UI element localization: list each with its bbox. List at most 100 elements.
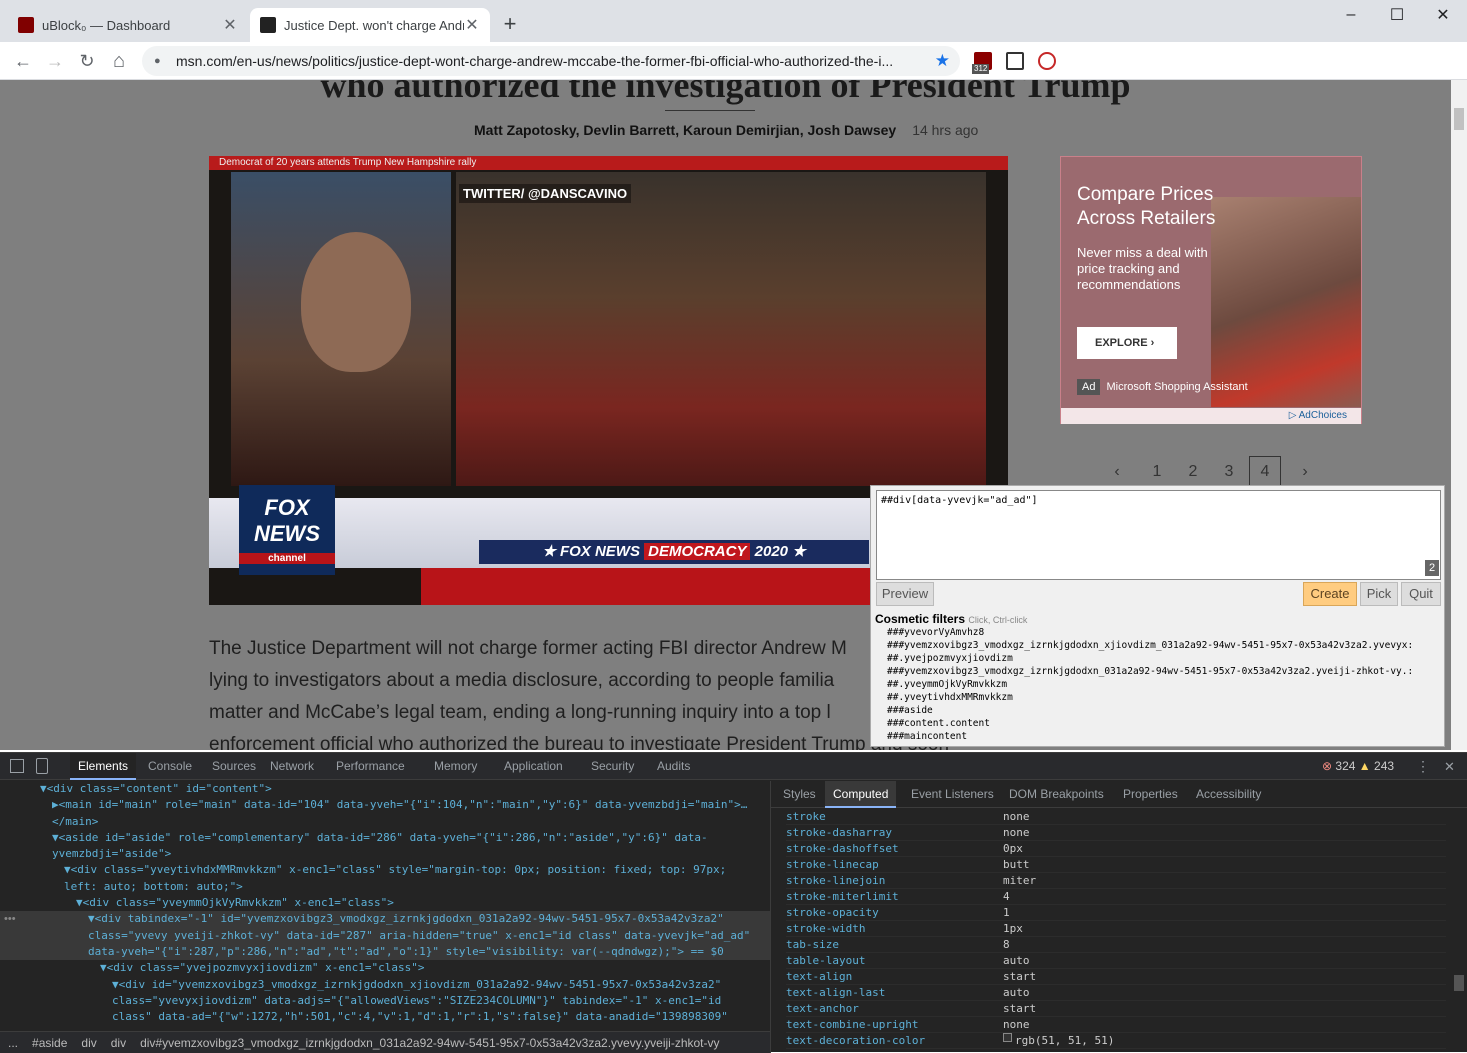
dom-tree[interactable]: ▼<div class="content" id="content"> ▶<mai…: [0, 781, 770, 1028]
cosmetic-filter-item[interactable]: ##.yveytivhdxMMRmvkkzm: [887, 691, 1442, 704]
dom-node-line[interactable]: data-yveh="{"i":287,"p":286,"n":"ad","t"…: [0, 943, 770, 961]
preview-button[interactable]: Preview: [876, 582, 934, 606]
breadcrumb-item[interactable]: div: [81, 1036, 96, 1050]
computed-scroll-thumb[interactable]: [1454, 975, 1464, 991]
pagination-page-2[interactable]: 2: [1177, 456, 1209, 488]
forward-button[interactable]: →: [40, 46, 70, 76]
computed-property-row[interactable]: stroke none: [786, 809, 1446, 825]
cosmetic-filter-item[interactable]: ###content.content: [887, 717, 1442, 730]
computed-property-row[interactable]: table-layout auto: [786, 953, 1446, 969]
devtools-tab-performance[interactable]: Performance: [328, 753, 413, 780]
computed-property-row[interactable]: text-align-last auto: [786, 985, 1446, 1001]
devtools-tab-security[interactable]: Security: [583, 753, 642, 780]
breadcrumb-item[interactable]: div: [111, 1036, 126, 1050]
cosmetic-filter-item[interactable]: ###yvemzxovibgz3_vmodxgz_izrnkjgdodxn_03…: [887, 665, 1442, 678]
close-tab-icon[interactable]: ✕: [464, 15, 480, 35]
devtools-tab-console[interactable]: Console: [140, 753, 200, 780]
tab-ublock-dashboard[interactable]: uBlock₀ — Dashboard ✕: [8, 8, 248, 42]
pagination-prev[interactable]: ‹: [1101, 456, 1133, 488]
pagination-page-4[interactable]: 4: [1249, 456, 1281, 488]
explore-button[interactable]: EXPLORE ›: [1077, 327, 1177, 359]
back-button[interactable]: ←: [8, 46, 38, 76]
home-button[interactable]: ⌂: [104, 46, 134, 76]
dom-node-line[interactable]: yvemzbdji="aside">: [0, 846, 770, 862]
dom-node-line[interactable]: ▼<div class="yvejpozmvyxjiovdizm" x-enc1…: [0, 960, 770, 976]
devtools-close-icon[interactable]: ✕: [1444, 753, 1455, 780]
lock-icon[interactable]: ●: [154, 55, 166, 67]
devtools-tab-application[interactable]: Application: [496, 753, 571, 780]
close-window-button[interactable]: ✕: [1420, 0, 1466, 30]
dom-node-line[interactable]: left: auto; bottom: auto;">: [0, 879, 770, 895]
dom-node-line[interactable]: ▼<div id="yvemzxovibgz3_vmodxgz_izrnkjgd…: [0, 977, 770, 993]
cosmetic-filter-item[interactable]: ##.yvejpozmvyxjiovdizm: [887, 652, 1442, 665]
cosmetic-filter-item[interactable]: ##.yveymmOjkVyRmvkkzm: [887, 678, 1442, 691]
adchoices-link[interactable]: ▷ AdChoices: [1061, 408, 1361, 424]
computed-property-row[interactable]: stroke-linecap butt: [786, 857, 1446, 873]
devtools-menu-icon[interactable]: ⋮: [1416, 753, 1430, 780]
computed-property-row[interactable]: text-align start: [786, 969, 1446, 985]
dom-node-line[interactable]: ▼<div tabindex="-1" id="yvemzxovibgz3_vm…: [0, 911, 770, 928]
cosmetic-filter-item[interactable]: ###maincontent: [887, 730, 1442, 743]
pick-button[interactable]: Pick: [1360, 582, 1398, 606]
dom-node-line[interactable]: ▼<aside id="aside" role="complementary" …: [0, 830, 770, 846]
cosmetic-filter-item[interactable]: ###yvevorVyAmvhz8: [887, 626, 1442, 639]
close-tab-icon[interactable]: ✕: [222, 15, 238, 35]
pip-extension-icon[interactable]: [1006, 52, 1024, 70]
sidebar-tab-styles[interactable]: Styles: [775, 781, 824, 808]
pagination-page-1[interactable]: 1: [1141, 456, 1173, 488]
url-text[interactable]: msn.com/en-us/news/politics/justice-dept…: [176, 53, 926, 69]
devtools-tab-sources[interactable]: Sources: [204, 753, 264, 780]
computed-property-row[interactable]: stroke-opacity 1: [786, 905, 1446, 921]
dom-node-line[interactable]: class" data-ad="{"w":1272,"h":501,"c":4,…: [0, 1009, 770, 1025]
create-button[interactable]: Create: [1303, 582, 1357, 606]
computed-property-row[interactable]: stroke-width 1px: [786, 921, 1446, 937]
breadcrumb-item[interactable]: #aside: [32, 1036, 67, 1050]
computed-property-row[interactable]: stroke-dashoffset 0px: [786, 841, 1446, 857]
dom-node-line[interactable]: class="yvevyxjiovdizm" data-adjs="{"allo…: [0, 993, 770, 1009]
computed-property-row[interactable]: tab-size 8: [786, 937, 1446, 953]
address-bar[interactable]: ● msn.com/en-us/news/politics/justice-de…: [142, 46, 960, 76]
sidebar-tab-accessibility[interactable]: Accessibility: [1188, 781, 1269, 808]
devtools-tab-audits[interactable]: Audits: [649, 753, 698, 780]
sidebar-tab-computed[interactable]: Computed: [825, 781, 897, 808]
tab-msn-article[interactable]: Justice Dept. won't charge Andre ✕: [250, 8, 490, 42]
pagination-page-3[interactable]: 3: [1213, 456, 1245, 488]
bookmark-star-icon[interactable]: ★: [935, 51, 950, 71]
breadcrumb-item[interactable]: div#yvemzxovibgz3_vmodxgz_izrnkjgdodxn_0…: [140, 1036, 719, 1050]
dom-node-line[interactable]: ▼<div class="content" id="content">: [0, 781, 770, 797]
inspect-element-icon[interactable]: [10, 759, 24, 773]
dom-node-line[interactable]: ▼<div class="yveytivhdxMMRmvkkzm" x-enc1…: [0, 862, 770, 878]
ad-unit[interactable]: Compare Prices Across Retailers Never mis…: [1060, 156, 1362, 424]
sidebar-tab-properties[interactable]: Properties: [1115, 781, 1186, 808]
device-toolbar-icon[interactable]: [36, 758, 48, 774]
computed-property-row[interactable]: stroke-miterlimit 4: [786, 889, 1446, 905]
dom-node-line[interactable]: ▶<main id="main" role="main" data-id="10…: [0, 797, 770, 813]
maximize-button[interactable]: ☐: [1374, 0, 1420, 30]
page-scrollbar[interactable]: [1451, 80, 1467, 750]
cosmetic-filter-item[interactable]: ###aside: [887, 704, 1442, 717]
computed-property-row[interactable]: text-anchor start: [786, 1001, 1446, 1017]
color-swatch[interactable]: [1003, 1033, 1012, 1042]
reload-button[interactable]: ↻: [72, 46, 102, 76]
dom-ellipsis-icon[interactable]: •••: [4, 913, 16, 925]
computed-property-row[interactable]: stroke-linejoin miter: [786, 873, 1446, 889]
devtools-tab-memory[interactable]: Memory: [426, 753, 485, 780]
cosmetic-filter-item[interactable]: ###yvemzxovibgz3_vmodxgz_izrnkjgdodxn_xj…: [887, 639, 1442, 652]
dom-node-line[interactable]: </main>: [0, 814, 770, 830]
shopping-extension-icon[interactable]: [1038, 52, 1056, 70]
breadcrumb-item[interactable]: ...: [8, 1036, 18, 1050]
minimize-button[interactable]: –: [1328, 0, 1374, 30]
dom-node-line[interactable]: ▼<div class="yveymmOjkVyRmvkkzm" x-enc1=…: [0, 895, 770, 911]
quit-button[interactable]: Quit: [1401, 582, 1441, 606]
dom-node-line[interactable]: class="yvevy yveiji-zhkot-vy" data-id="2…: [0, 927, 770, 944]
devtools-tab-elements[interactable]: Elements: [70, 753, 137, 780]
page-scroll-thumb[interactable]: [1454, 108, 1464, 130]
computed-property-row[interactable]: text-decoration-color rgb(51, 51, 51): [786, 1033, 1446, 1049]
devtools-tab-network[interactable]: Network: [262, 753, 322, 780]
new-tab-button[interactable]: +: [498, 12, 522, 36]
sidebar-tab-dom-breakpoints[interactable]: DOM Breakpoints: [1001, 781, 1112, 808]
filter-input[interactable]: ##div[data-yvevjk="ad_ad"]: [876, 490, 1441, 580]
panel-divider[interactable]: [770, 781, 771, 1053]
authors[interactable]: Matt Zapotosky, Devlin Barrett, Karoun D…: [474, 122, 896, 138]
computed-property-row[interactable]: text-combine-upright none: [786, 1017, 1446, 1033]
